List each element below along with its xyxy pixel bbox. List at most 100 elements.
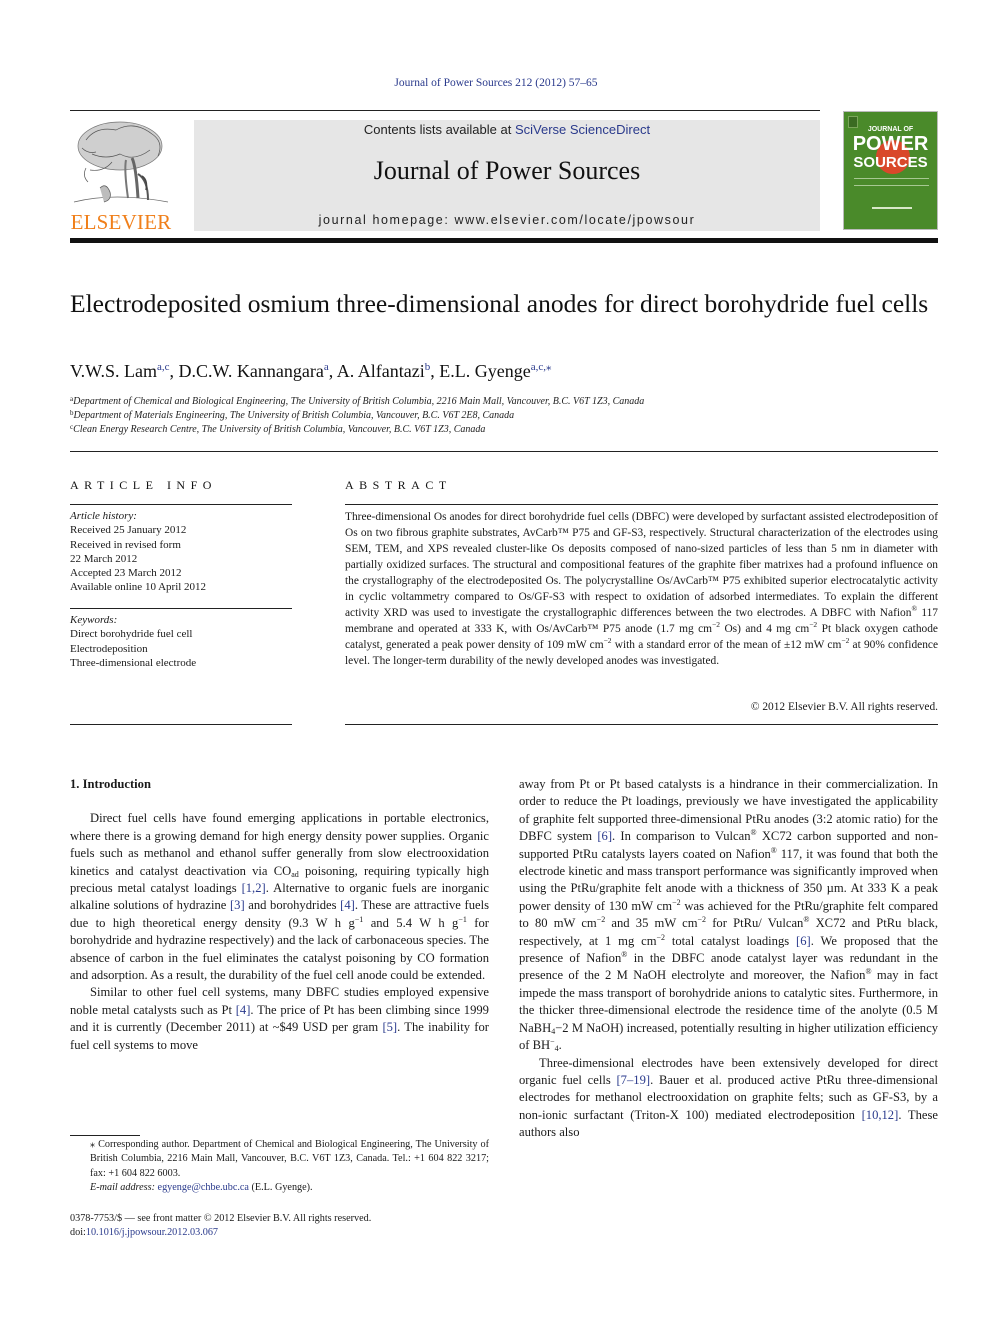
cover-journal-of: JOURNAL OF: [867, 126, 914, 133]
author-affiliation-marker[interactable]: a,c,⁎: [531, 361, 552, 373]
exponent: −2: [697, 915, 707, 925]
reference-link[interactable]: [7–19]: [616, 1073, 650, 1087]
article-history-label: Article history:: [70, 510, 137, 522]
contents-available-line: Contents lists available at SciVerse Sci…: [194, 122, 820, 137]
email-label: E-mail address:: [90, 1182, 158, 1194]
author-name[interactable]: D.C.W. Kannangara: [179, 361, 324, 381]
article-title: Electrodeposited osmium three-dimensiona…: [70, 289, 929, 318]
doi-label: doi:: [70, 1227, 86, 1239]
doi-link[interactable]: 10.1016/j.jpowsour.2012.03.067: [86, 1227, 218, 1238]
journal-name: Journal of Power Sources: [373, 156, 641, 185]
reference-link[interactable]: [3]: [230, 898, 245, 912]
contents-prefix: Contents lists available at: [363, 122, 515, 137]
body-paragraph: Similar to other fuel cell systems, many…: [70, 984, 489, 1054]
email-suffix: (E.L. Gyenge).: [248, 1182, 313, 1194]
author-separator: ,: [169, 361, 179, 381]
keyword-item[interactable]: Three-dimensional electrode: [70, 656, 292, 670]
keyword-item[interactable]: Electrodeposition: [70, 642, 292, 656]
abstract-heading: ABSTRACT: [345, 478, 452, 492]
journal-masthead: Contents lists available at SciVerse Sci…: [194, 120, 820, 231]
reference-link[interactable]: [5]: [382, 1020, 397, 1034]
issn-line: 0378-7753/$ — see front matter © 2012 El…: [70, 1213, 372, 1224]
sciencedirect-link[interactable]: SciVerse ScienceDirect: [515, 122, 650, 137]
masthead-top-rule: [70, 110, 820, 111]
footnote-rule: [70, 1135, 140, 1136]
footnote-text: Corresponding author. Department of Chem…: [90, 1139, 489, 1179]
journal-citation-link[interactable]: Journal of Power Sources 212 (2012) 57–6…: [0, 77, 992, 89]
article-info-heading: ARTICLE INFO: [70, 478, 217, 492]
front-matter: 0378-7753/$ — see front matter © 2012 El…: [70, 1212, 489, 1241]
affiliation-text: Department of Materials Engineering, The…: [73, 410, 515, 421]
abstract-text: Three-dimensional Os anodes for direct b…: [345, 509, 938, 669]
history-item: Accepted 23 March 2012: [70, 567, 182, 580]
history-item: 22 March 2012: [70, 552, 138, 565]
body-column-right: away from Pt or Pt based catalysts is a …: [519, 776, 938, 1142]
body-column-left: 1. Introduction Direct fuel cells have f…: [70, 776, 489, 1054]
body-paragraph: Direct fuel cells have found emerging ap…: [70, 810, 489, 984]
article-info-bottom-rule: [70, 724, 292, 725]
exponent: −2: [656, 932, 666, 942]
author-affiliation-marker[interactable]: a,c: [157, 361, 170, 373]
text-run: . In comparison to Vulcan: [612, 829, 751, 844]
author-name[interactable]: A. Alfantazi: [337, 361, 425, 381]
cover-power: POWER: [852, 133, 929, 155]
reference-link[interactable]: [6]: [796, 934, 811, 948]
author-separator: ,: [328, 361, 337, 381]
cover-editor-line: [872, 207, 912, 209]
exponent: −2: [809, 620, 818, 629]
text-run: and 35 mW cm: [605, 916, 698, 931]
exponent: −1: [458, 914, 467, 924]
text-run: and borohydrides: [244, 898, 341, 913]
author-list: V.W.S. Lama,c, D.C.W. Kannangaraa, A. Al…: [70, 361, 940, 382]
affiliation-item: aDepartment of Chemical and Biological E…: [70, 395, 940, 409]
keyword-item[interactable]: Direct borohydride fuel cell: [70, 627, 292, 641]
footnote-email: E-mail address: egyenge@chbe.ubc.ca (E.L…: [70, 1181, 489, 1195]
affiliation-item: bDepartment of Materials Engineering, Th…: [70, 409, 940, 423]
abstract-rule-bottom: [345, 724, 938, 725]
author-name[interactable]: E.L. Gyenge: [439, 361, 530, 381]
abstract-rule-top: [345, 504, 938, 505]
exponent: −1: [354, 914, 364, 924]
abstract-copyright: © 2012 Elsevier B.V. All rights reserved…: [750, 701, 938, 713]
affiliation-text: Department of Chemical and Biological En…: [73, 396, 645, 407]
reference-link[interactable]: [4]: [340, 898, 355, 912]
history-item: Received in revised form: [70, 538, 181, 551]
abstract-segment: with a standard error of the mean of ±12…: [611, 639, 842, 651]
keywords: Keywords: Direct borohydride fuel cell E…: [70, 613, 292, 670]
subscript: ad: [291, 869, 299, 879]
journal-homepage[interactable]: journal homepage: www.elsevier.com/locat…: [194, 213, 820, 227]
elsevier-logo[interactable]: ELSEVIER: [70, 118, 172, 234]
article-history: Article history: Received 25 January 201…: [70, 509, 292, 595]
reference-link[interactable]: [1,2]: [242, 881, 266, 895]
history-item: Available online 10 April 2012: [70, 581, 207, 594]
text-run: total catalyst loadings: [665, 933, 797, 948]
article-info-rule: [70, 504, 292, 505]
text-run: −2 M NaOH) increased, potentially result…: [519, 1020, 938, 1053]
section-heading-introduction: 1. Introduction: [70, 777, 151, 791]
abstract-segment: Three-dimensional Os anodes for direct b…: [345, 511, 938, 619]
corresponding-author-footnote: ⁎ Corresponding author. Department of Ch…: [70, 1138, 489, 1196]
keywords-rule: [70, 608, 292, 609]
exponent: −2: [672, 897, 681, 907]
text-run: for PtRu/ Vulcan: [706, 916, 804, 931]
reference-link[interactable]: [10,12]: [862, 1108, 899, 1122]
elsevier-wordmark: ELSEVIER: [70, 210, 172, 234]
abstract-segment: Os) and 4 mg cm: [720, 623, 810, 635]
reference-link[interactable]: [4]: [236, 1003, 251, 1017]
author-name[interactable]: V.W.S. Lam: [70, 361, 157, 381]
doi-line: doi:10.1016/j.jpowsour.2012.03.067: [70, 1226, 489, 1240]
header-divider: [70, 451, 938, 452]
email-link[interactable]: egyenge@chbe.ubc.ca: [158, 1182, 249, 1193]
reference-link[interactable]: [6]: [597, 829, 612, 843]
keywords-label: Keywords:: [70, 614, 118, 626]
affiliation-list: aDepartment of Chemical and Biological E…: [70, 395, 940, 437]
masthead-bottom-rule: [70, 238, 938, 243]
exponent: −2: [596, 915, 606, 925]
exponent: −2: [603, 636, 612, 645]
body-paragraph: Three-dimensional electrodes have been e…: [519, 1055, 938, 1142]
affiliation-item: cClean Energy Research Centre, The Unive…: [70, 423, 940, 437]
affiliation-text: Clean Energy Research Centre, The Univer…: [73, 424, 486, 435]
author-separator: ,: [430, 361, 440, 381]
cover-sources: SOURCES: [853, 154, 928, 171]
journal-cover-image[interactable]: JOURNAL OF POWER SOURCES: [843, 111, 938, 230]
